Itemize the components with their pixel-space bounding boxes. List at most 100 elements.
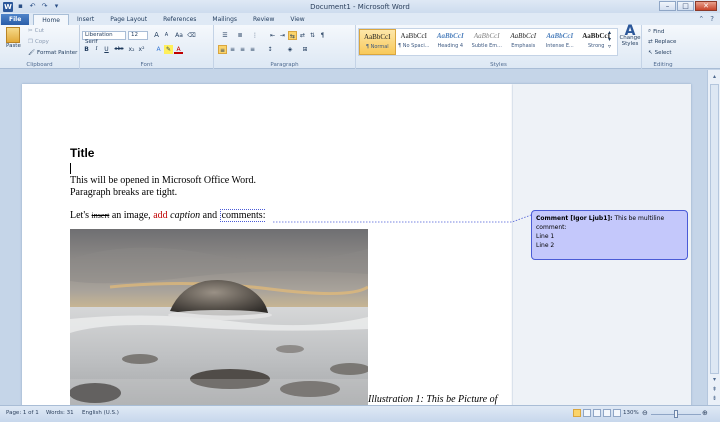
draft-view-icon[interactable] [613,409,621,417]
strikethrough-button[interactable]: abc [112,45,126,54]
style-subtle-emphasis[interactable]: AaBbCcI Subtle Em... [469,29,506,55]
paste-button[interactable]: Paste [6,27,21,49]
highlight-color-icon[interactable]: ✎ [164,45,173,54]
style-heading-4[interactable]: AaBbCcI Heading 4 [432,29,469,55]
underline-button[interactable]: U [102,45,111,54]
word-count[interactable]: Words: 31 [46,410,74,416]
justify-icon[interactable]: ≡ [248,45,257,54]
paragraph-line-3[interactable]: Let's insert an image, add caption and c… [70,209,266,222]
zoom-level[interactable]: 130% [623,410,639,416]
numbering-icon[interactable]: ≣ [233,31,247,40]
page-count[interactable]: Page: 1 of 1 [6,410,39,416]
help-icon[interactable]: ? [710,15,714,23]
gallery-more-icon[interactable]: ▿ [608,43,611,50]
zoom-in-icon[interactable]: ⊕ [702,409,708,417]
multilevel-list-icon[interactable]: ⋮ [248,31,262,40]
scrollbar-thumb[interactable] [710,84,719,374]
gallery-down-icon[interactable]: ▾ [608,36,611,43]
zoom-slider-thumb[interactable] [674,410,678,418]
format-painter-button[interactable]: 🖌 Format Painter [28,50,77,56]
document-title[interactable]: Title [70,146,94,160]
style-emphasis[interactable]: AaBbCcI Emphasis [505,29,542,55]
change-styles-label: Change Styles [619,35,641,47]
copy-button[interactable]: ❐ Copy [28,39,49,45]
replace-icon: ⇄ [648,39,653,45]
outline-view-icon[interactable] [603,409,611,417]
tab-insert[interactable]: Insert [69,14,102,25]
inserted-image[interactable] [70,229,368,405]
grow-font-button[interactable]: A [152,31,161,40]
superscript-button[interactable]: x² [137,45,146,54]
tab-file[interactable]: File [1,14,30,25]
vertical-scrollbar[interactable]: ▴ ▾ ⇞ ⇟ [707,70,720,405]
comment-balloon[interactable]: Comment [Igor Ljub1]: This be multiline … [531,210,688,260]
tab-review[interactable]: Review [245,14,282,25]
word-logo-icon[interactable]: W [3,1,13,12]
commented-text[interactable]: comments: [219,209,266,222]
align-center-icon[interactable]: ≡ [228,45,237,54]
select-label: Select [654,50,672,56]
full-screen-reading-view-icon[interactable] [583,409,591,417]
change-case-button[interactable]: Aa [172,31,186,40]
borders-icon[interactable]: ⊞ [298,45,312,54]
tab-page-layout[interactable]: Page Layout [102,14,155,25]
decrease-indent-icon[interactable]: ⇤ [268,31,277,40]
text-effects-icon[interactable]: A [154,45,163,54]
rtl-direction-icon[interactable]: ⇆ [288,31,297,40]
print-layout-view-icon[interactable] [573,409,581,417]
redo-icon[interactable]: ↷ [40,2,49,11]
tab-references[interactable]: References [155,14,204,25]
show-formatting-icon[interactable]: ¶ [318,31,327,40]
select-button[interactable]: ↖ Select [648,50,672,56]
style-no-spacing[interactable]: AaBbCcI ¶ No Spaci... [396,29,433,55]
maximize-button[interactable]: □ [677,1,694,11]
scroll-down-icon[interactable]: ▾ [711,376,718,383]
paragraph-line-1[interactable]: This will be opened in Microsoft Office … [70,175,256,186]
inserted-text[interactable]: add [153,210,167,221]
italic-button[interactable]: I [92,45,101,54]
cut-button[interactable]: ✂ Cut [28,28,44,34]
paragraph-line-2[interactable]: Paragraph breaks are tight. [70,187,177,198]
zoom-out-icon[interactable]: ⊖ [642,409,648,417]
font-size-combo[interactable]: 12 [128,31,148,40]
language-indicator[interactable]: English (U.S.) [82,410,119,416]
clear-formatting-icon[interactable]: ⌫ [187,31,196,40]
gallery-up-icon[interactable]: ▴ [608,29,611,36]
deleted-text[interactable]: insert [92,211,110,220]
ltr-direction-icon[interactable]: ⇄ [298,31,307,40]
customize-toolbar-icon[interactable]: ▾ [52,2,61,11]
previous-page-icon[interactable]: ⇞ [711,386,718,393]
next-page-icon[interactable]: ⇟ [711,395,718,402]
styles-scroll[interactable]: ▴ ▾ ▿ [608,29,611,50]
minimize-ribbon-icon[interactable]: ⌃ [698,15,704,23]
font-name-combo[interactable]: Liberation Serif [82,31,126,45]
undo-icon[interactable]: ↶ [28,2,37,11]
bullets-icon[interactable]: ☰ [218,31,232,40]
minimize-button[interactable]: – [659,1,676,11]
align-right-icon[interactable]: ≡ [238,45,247,54]
scroll-up-icon[interactable]: ▴ [711,73,718,80]
shrink-font-button[interactable]: A [162,31,171,40]
shading-icon[interactable]: ◈ [283,45,297,54]
text-run: Let's [70,210,92,221]
increase-indent-icon[interactable]: ⇥ [278,31,287,40]
tab-mailings[interactable]: Mailings [204,14,245,25]
web-layout-view-icon[interactable] [593,409,601,417]
line-spacing-icon[interactable]: ↕ [263,45,277,54]
bold-button[interactable]: B [82,45,91,54]
style-intense-emphasis[interactable]: AaBbCcI Intense E... [542,29,579,55]
close-button[interactable]: ✕ [695,1,717,11]
align-left-icon[interactable]: ≡ [218,45,227,54]
tab-view[interactable]: View [282,14,312,25]
sort-icon[interactable]: ⇅ [308,31,317,40]
save-icon[interactable]: ▪ [16,2,25,11]
subscript-button[interactable]: x₂ [127,45,136,54]
find-button[interactable]: ⌕ Find [648,28,664,35]
change-styles-button[interactable]: A Change Styles [619,24,641,47]
replace-button[interactable]: ⇄ Replace [648,39,676,45]
image-caption[interactable]: Illustration 1: This be Picture of [368,394,497,405]
tab-home[interactable]: Home [33,14,69,25]
font-color-icon[interactable]: A [174,45,183,54]
text-cursor [70,163,71,174]
style-normal[interactable]: AaBbCcI ¶ Normal [359,29,396,55]
